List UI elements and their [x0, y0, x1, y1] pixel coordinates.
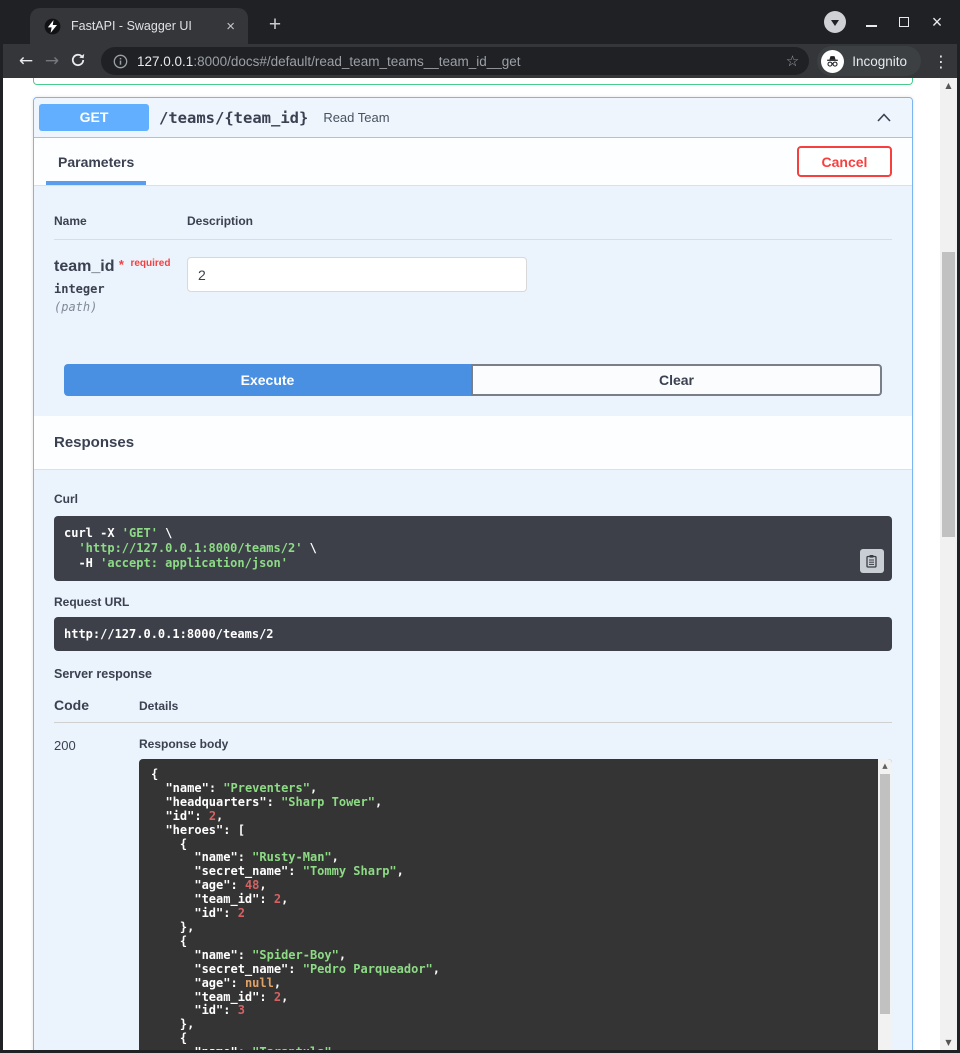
page-scrollbar[interactable]: ▲ ▼ — [940, 78, 957, 1050]
url-host: 127.0.0.1 — [137, 54, 193, 69]
reload-icon — [70, 52, 86, 68]
previous-endpoint-partial — [33, 78, 913, 85]
response-body-code: { "name": "Preventers", "headquarters": … — [139, 759, 892, 1050]
incognito-icon — [821, 50, 844, 73]
parameters-table: Name Description team_id * required inte… — [34, 186, 912, 314]
parameters-tab-underline — [46, 181, 146, 185]
response-body-scroll-thumb[interactable] — [880, 774, 890, 1014]
browser-window: FastAPI - Swagger UI × + × ← → 127.0 — [0, 0, 960, 1053]
parameter-row-team-id: team_id * required integer (path) — [54, 240, 892, 314]
response-row-200: 200 Response body { "name": "Preventers"… — [54, 723, 892, 1050]
copy-to-clipboard-button[interactable] — [860, 549, 884, 573]
browser-toolbar: ← → 127.0.0.1:8000/docs#/default/read_te… — [3, 44, 957, 78]
response-body-scrollbar[interactable]: ▲ — [878, 759, 892, 1050]
collapse-chevron-icon[interactable] — [876, 112, 892, 123]
tab-bar: FastAPI - Swagger UI × + × — [3, 0, 957, 44]
new-tab-button[interactable]: + — [261, 12, 289, 40]
parameter-type: integer — [54, 282, 187, 296]
close-window-button[interactable]: × — [929, 12, 945, 33]
tab-title: FastAPI - Swagger UI — [71, 19, 223, 33]
parameters-table-header: Name Description — [54, 206, 892, 240]
column-header-description: Description — [187, 214, 253, 228]
page-scroll-thumb[interactable] — [942, 252, 955, 537]
column-header-code: Code — [54, 697, 139, 713]
responses-title: Responses — [54, 434, 134, 451]
request-url-value: http://127.0.0.1:8000/teams/2 — [64, 627, 274, 641]
endpoint-summary: Read Team — [323, 110, 389, 125]
window-controls: × — [824, 0, 945, 44]
back-button[interactable]: ← — [13, 51, 39, 71]
cancel-button[interactable]: Cancel — [797, 146, 892, 177]
server-response-label: Server response — [54, 667, 892, 681]
clear-button[interactable]: Clear — [471, 364, 882, 396]
browser-tab[interactable]: FastAPI - Swagger UI × — [30, 8, 248, 44]
incognito-badge: Incognito — [817, 46, 921, 76]
browser-update-icon[interactable] — [824, 11, 846, 33]
url-text[interactable]: 127.0.0.1:8000/docs#/default/read_team_t… — [137, 54, 780, 69]
method-badge: GET — [39, 104, 149, 131]
execute-button-row: Execute Clear — [34, 314, 912, 416]
response-body-label: Response body — [139, 737, 892, 751]
url-path: :8000/docs#/default/read_team_teams__tea… — [193, 54, 520, 69]
request-url-label: Request URL — [54, 595, 892, 609]
address-bar[interactable]: 127.0.0.1:8000/docs#/default/read_team_t… — [101, 47, 809, 75]
parameter-location: (path) — [54, 300, 187, 314]
response-table-header: Code Details — [54, 697, 892, 723]
parameters-section-header: Parameters Cancel — [34, 138, 912, 186]
response-body-block: { "name": "Preventers", "headquarters": … — [139, 759, 892, 1050]
fastapi-favicon-icon — [44, 18, 61, 35]
page-content: GET /teams/{team_id} Read Team Parameter… — [3, 78, 957, 1050]
parameter-name: team_id — [54, 258, 114, 275]
column-header-details: Details — [139, 699, 178, 713]
required-label: required — [130, 258, 170, 269]
responses-section-header: Responses — [34, 416, 912, 470]
status-code: 200 — [54, 738, 76, 753]
responses-body: Curl curl -X 'GET' \ 'http://127.0.0.1:8… — [34, 470, 912, 1050]
bookmark-star-icon[interactable]: ☆ — [786, 52, 799, 70]
forward-button[interactable]: → — [39, 51, 65, 71]
maximize-button[interactable] — [896, 14, 912, 31]
browser-menu-icon[interactable]: ⋮ — [933, 52, 947, 71]
curl-command-code: curl -X 'GET' \ 'http://127.0.0.1:8000/t… — [64, 526, 852, 571]
curl-label: Curl — [54, 492, 892, 506]
page-scroll-down-icon[interactable]: ▼ — [940, 1038, 957, 1047]
clipboard-icon — [866, 554, 879, 568]
execute-button[interactable]: Execute — [64, 364, 471, 396]
minimize-button[interactable] — [863, 14, 879, 31]
tab-close-icon[interactable]: × — [223, 18, 238, 35]
opblock-get-teams: GET /teams/{team_id} Read Team Parameter… — [33, 97, 913, 1050]
endpoint-path: /teams/{team_id} — [159, 109, 308, 127]
parameter-value-cell — [187, 257, 527, 314]
parameter-name-cell: team_id * required integer (path) — [54, 257, 187, 314]
opblock-header[interactable]: GET /teams/{team_id} Read Team — [34, 98, 912, 138]
tab-parameters[interactable]: Parameters — [54, 138, 138, 185]
incognito-label: Incognito — [852, 54, 907, 69]
required-asterisk: * — [119, 257, 124, 272]
parameters-tab-label: Parameters — [58, 154, 134, 170]
scroll-up-icon[interactable]: ▲ — [878, 759, 892, 773]
curl-command-block: curl -X 'GET' \ 'http://127.0.0.1:8000/t… — [54, 516, 892, 581]
site-info-icon[interactable] — [113, 54, 128, 69]
page-scroll-up-icon[interactable]: ▲ — [940, 81, 957, 90]
request-url-block: http://127.0.0.1:8000/teams/2 — [54, 617, 892, 651]
column-header-name: Name — [54, 214, 187, 228]
reload-button[interactable] — [65, 50, 91, 73]
team-id-input[interactable] — [187, 257, 527, 292]
